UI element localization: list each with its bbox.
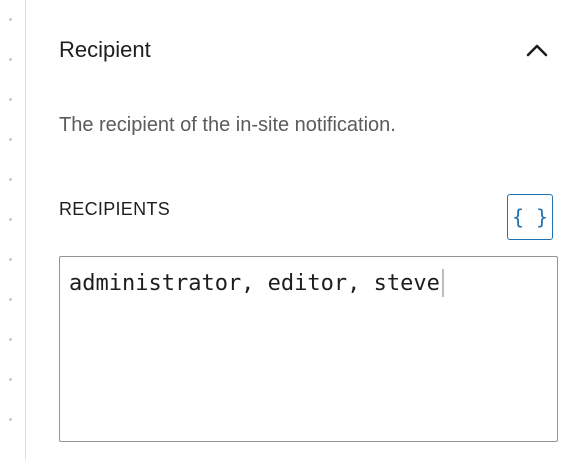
gutter-dot — [9, 18, 12, 21]
gutter-dot — [9, 378, 12, 381]
recipients-label: RECIPIENTS — [59, 199, 171, 219]
notification-settings-panel: Recipient The recipient of the in-site n… — [0, 0, 582, 460]
braces-icon: { } — [511, 205, 549, 229]
gutter-dot — [9, 58, 12, 61]
gutter-dot — [9, 258, 12, 261]
text-caret — [441, 269, 444, 297]
chevron-up-icon[interactable] — [525, 38, 549, 62]
gutter-dot — [9, 338, 12, 341]
gutter-dot — [9, 138, 12, 141]
gutter-dot — [9, 178, 12, 181]
recipients-input[interactable]: administrator, editor, steve — [59, 256, 558, 442]
panel-description: The recipient of the in-site notificatio… — [59, 114, 396, 136]
gutter-dot — [9, 98, 12, 101]
recipients-value: administrator, editor, steve — [69, 271, 440, 296]
gutter-dot — [9, 298, 12, 301]
insert-tag-button[interactable]: { } — [507, 194, 553, 240]
panel-title: Recipient — [59, 37, 151, 62]
gutter-dot — [9, 418, 12, 421]
recipient-panel-toggle[interactable]: Recipient — [59, 30, 549, 70]
editor-gutter — [0, 0, 26, 460]
gutter-dot — [9, 218, 12, 221]
